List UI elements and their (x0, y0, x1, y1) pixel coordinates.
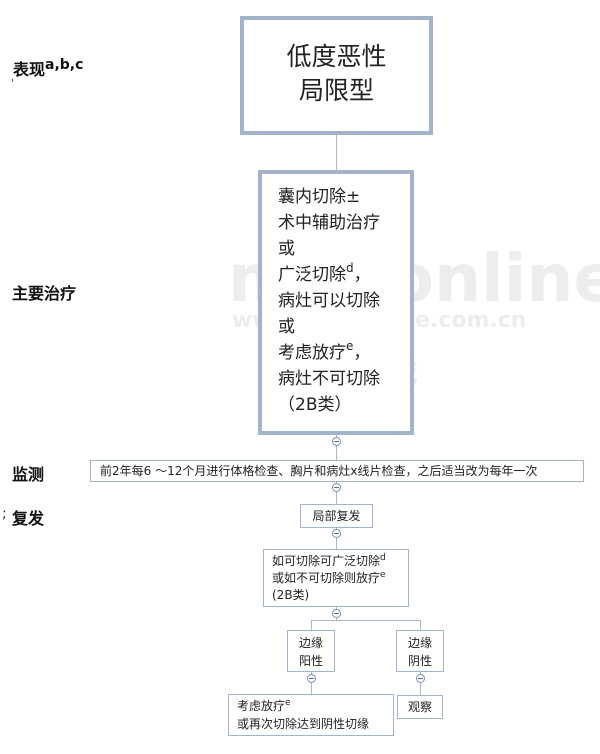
recurrence-treatment-line-2: 或如不可切除则放疗e (272, 570, 386, 586)
label-main-treatment: 主要治疗 (12, 284, 77, 303)
node-observe: 观察 (397, 695, 443, 719)
margin-positive-line-2: 阳性 (298, 654, 323, 668)
margin-negative-line-2: 阴性 (407, 654, 432, 668)
treatment-line-2: 术中辅助治疗 (278, 213, 380, 233)
treatment-line-8: 病灶不可切除 (278, 369, 380, 389)
stray-semicolon: ; (2, 506, 7, 522)
consider-line-1: 考虑放疗e (237, 698, 291, 714)
consider-line-2: 或再次切除达到阴性切缘 (237, 717, 370, 731)
footnote-d: d (346, 261, 354, 275)
treatment-line-5: 病灶可以切除 (278, 291, 380, 311)
node-margin-positive: 边缘 阳性 (287, 630, 335, 672)
label-presentation: 表现a,b,c (13, 57, 84, 79)
treatment-line-6: 或 (278, 317, 295, 337)
node-recurrence-treatment: 如可切除可广泛切除d 或如不可切除则放疗e (2B类) (263, 549, 409, 607)
local-recurrence-text: 局部复发 (312, 509, 361, 523)
treatment-line-3: 或 (278, 239, 295, 259)
stray-dot: ' (11, 78, 14, 89)
collapse-toggle-margin-negative[interactable] (416, 674, 425, 683)
recurrence-treatment-line-1: 如可切除可广泛切除d (272, 553, 386, 569)
node-main-treatment: 囊内切除± 术中辅助治疗 或 广泛切除d， 病灶可以切除 或 考虑放疗e， 病灶… (258, 170, 414, 435)
presentation-footnote: a,b,c (45, 57, 84, 73)
label-monitoring: 监测 (12, 465, 45, 484)
treatment-line-7: 考虑放疗e， (278, 339, 371, 363)
recurrence-treatment-line-3: (2B类) (272, 588, 310, 602)
connector-to-negative (420, 620, 421, 630)
monitoring-text: 前2年每6 ～12个月进行体格检查、胸片和病灶x线片检查，之后适当改为每年一次 (100, 464, 538, 478)
footnote-e: e (285, 698, 291, 708)
collapse-toggle-monitoring[interactable] (332, 483, 341, 492)
observe-text: 观察 (407, 700, 432, 714)
treatment-line-4: 广泛切除d， (278, 261, 371, 285)
treatment-line-1: 囊内切除± (278, 187, 361, 207)
collapse-toggle-recurrence-treatment[interactable] (332, 609, 341, 618)
node-low-grade-localized: 低度恶性 局限型 (240, 16, 433, 135)
collapse-toggle-margin-positive[interactable] (307, 674, 316, 683)
root-line-1: 低度恶性 (286, 42, 387, 71)
connector-split-horizontal (311, 620, 421, 621)
collapse-toggle-local-recurrence[interactable] (332, 529, 341, 538)
margin-negative-line-1: 边缘 (407, 636, 432, 650)
margin-positive-line-1: 边缘 (298, 636, 323, 650)
connector-to-positive (311, 620, 312, 630)
node-monitoring: 前2年每6 ～12个月进行体格检查、胸片和病灶x线片检查，之后适当改为每年一次 (90, 460, 584, 482)
collapse-toggle-treatment[interactable] (332, 437, 341, 446)
treatment-line-9: （2B类） (278, 395, 352, 415)
node-consider-radiotherapy: 考虑放疗e 或再次切除达到阴性切缘 (228, 694, 394, 736)
footnote-e: e (380, 570, 386, 580)
connector-root-treatment (336, 135, 337, 170)
node-margin-negative: 边缘 阴性 (396, 630, 444, 672)
root-line-2: 局限型 (298, 76, 374, 105)
node-local-recurrence: 局部复发 (300, 504, 373, 528)
footnote-d: d (380, 553, 386, 563)
label-recurrence: 复发 (12, 509, 45, 528)
